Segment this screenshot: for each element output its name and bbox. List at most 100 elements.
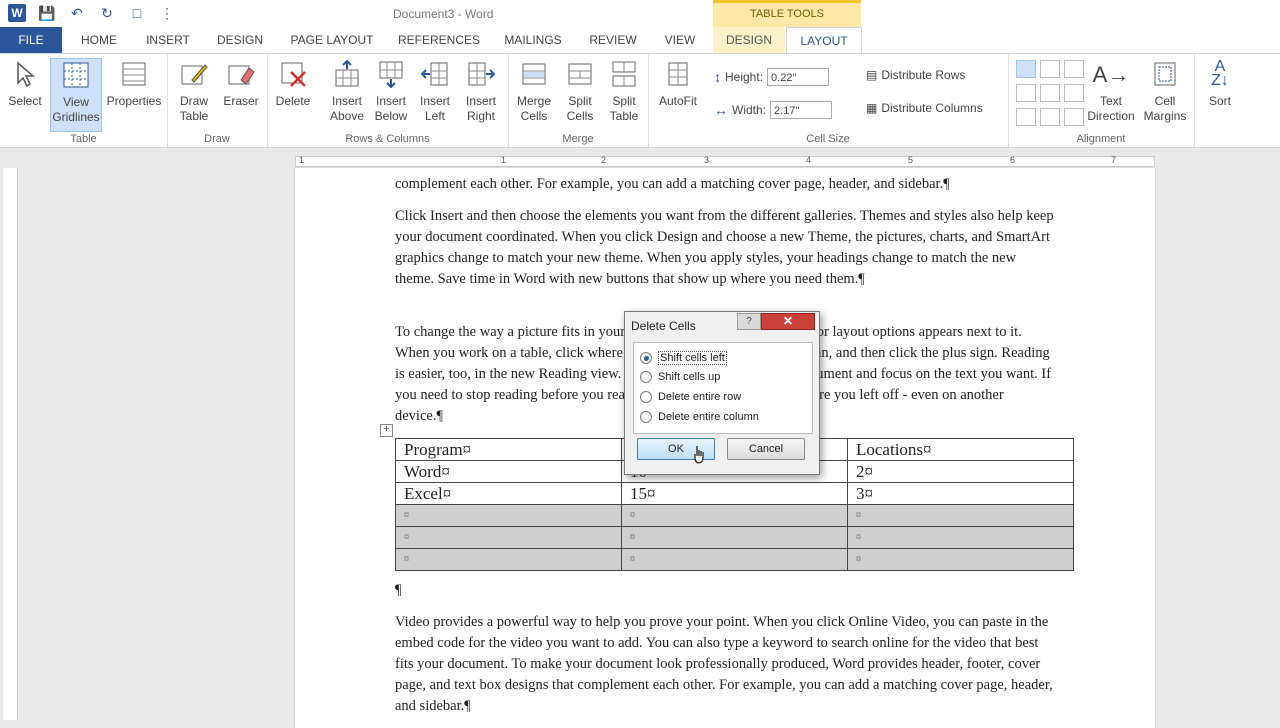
group-label-table: Table [70,133,97,145]
group-alignment: A→ Text Direction Cell Margins Alignment [1008,54,1195,147]
width-input[interactable]: 2.17" [770,101,833,119]
table-cell[interactable]: ¤ [847,526,1074,549]
autofit-button[interactable]: AutoFit [654,58,702,109]
group-label-merge: Merge [562,133,594,145]
split-table-button[interactable]: Split Table [602,58,646,124]
ruler-mark: 7 [1111,155,1117,165]
insert-below-button[interactable]: Insert Below [369,58,413,124]
vertical-ruler[interactable] [3,168,18,720]
new-document-icon[interactable]: □ [128,4,146,22]
draw-table-button[interactable]: Draw Table [171,58,217,124]
table-cell[interactable]: ¤ [621,526,848,549]
align-center-icon[interactable] [1040,84,1060,102]
help-icon[interactable]: ? [737,313,761,330]
height-input[interactable]: 0.22" [767,68,830,86]
radio[interactable] [640,371,652,383]
paragraph[interactable]: complement each other. For example, you … [395,174,1055,195]
table-cell[interactable]: ¤ [621,548,848,571]
align-bottom-right-icon[interactable] [1064,108,1084,126]
table-cell[interactable]: ¤ [395,504,622,527]
split-cells-icon [564,58,596,90]
radio-selected[interactable] [640,352,652,364]
split-table-icon [608,58,640,90]
properties-button[interactable]: Properties [104,58,164,109]
table-cell[interactable]: Word¤ [395,460,622,483]
ruler-mark: 1 [501,155,507,165]
group-label-draw: Draw [204,133,230,145]
align-center-right-icon[interactable] [1064,84,1084,102]
table-tools-label: TABLE TOOLS [713,0,861,27]
group-cell-size: AutoFit ↕ Height: 0.22" ↔ Width: 2.17" ▤… [648,54,1009,147]
table-cell[interactable]: Locations¤ [847,438,1074,461]
insert-above-icon [331,58,363,90]
radio[interactable] [640,411,652,423]
align-top-left-icon[interactable] [1016,60,1036,78]
table-cell[interactable]: 2¤ [847,460,1074,483]
customize-toolbar-icon[interactable]: ⋮ [158,4,176,22]
distribute-rows-button[interactable]: ▤ Distribute Rows [866,68,965,82]
align-top-right-icon[interactable] [1064,60,1084,78]
text-direction-icon: A→ [1092,61,1130,87]
ruler-mark: 2 [601,155,607,165]
table-cell[interactable]: Program¤ [395,438,622,461]
radio[interactable] [640,391,652,403]
tab-table-layout[interactable]: LAYOUT [786,27,862,54]
distribute-columns-button[interactable]: ▦ Distribute Columns [866,101,983,115]
tab-design[interactable]: DESIGN [208,27,272,53]
insert-above-button[interactable]: Insert Above [325,58,369,124]
quick-access-toolbar: W 💾 ↶ ↻ □ ⋮ [8,4,176,22]
cell-margins-button[interactable]: Cell Margins [1140,58,1190,124]
group-rows-columns: Delete Insert Above Insert Below Insert … [267,54,509,147]
paragraph[interactable]: Video provides a powerful way to help yo… [395,612,1055,717]
group-label-cell-size: Cell Size [806,133,850,145]
align-top-center-icon[interactable] [1040,60,1060,78]
align-center-left-icon[interactable] [1016,84,1036,102]
text-direction-button[interactable]: A→ Text Direction [1084,58,1138,124]
table-cell[interactable]: ¤ [395,548,622,571]
split-cells-button[interactable]: Split Cells [558,58,602,124]
paragraph[interactable]: Click Insert and then choose the element… [395,206,1055,290]
select-button[interactable]: Select [4,58,46,109]
option-delete-entire-row[interactable]: Delete entire row [640,391,741,403]
table-cell[interactable]: ¤ [395,526,622,549]
merge-cells-button[interactable]: Merge Cells [512,58,556,124]
redo-icon[interactable]: ↻ [98,4,116,22]
table-cell[interactable]: 15¤ [621,482,848,505]
sort-icon: A Z↓ [1211,58,1229,89]
table-cell[interactable]: ¤ [621,504,848,527]
delete-button[interactable]: Delete [271,58,315,109]
view-gridlines-button[interactable]: View Gridlines [50,58,102,132]
merge-cells-icon [518,58,550,90]
tab-mailings[interactable]: MAILINGS [496,27,570,53]
sort-button[interactable]: A Z↓ Sort [1200,58,1240,109]
insert-left-icon [419,58,451,90]
eraser-button[interactable]: Eraser [219,58,263,109]
ruler-mark: 5 [908,155,914,165]
tab-page-layout[interactable]: PAGE LAYOUT [282,27,382,53]
tab-references[interactable]: REFERENCES [392,27,486,53]
tab-view[interactable]: VIEW [656,27,704,53]
insert-right-button[interactable]: Insert Right [459,58,503,124]
tab-review[interactable]: REVIEW [580,27,646,53]
option-shift-cells-up[interactable]: Shift cells up [640,371,720,383]
table-cell[interactable]: 3¤ [847,482,1074,505]
tab-insert[interactable]: INSERT [138,27,198,53]
align-bottom-center-icon[interactable] [1040,108,1060,126]
horizontal-ruler[interactable]: 1 1 2 3 4 5 6 7 [295,155,1155,167]
gridlines-icon [60,59,92,91]
close-icon[interactable]: ✕ [761,313,815,330]
option-delete-entire-column[interactable]: Delete entire column [640,411,759,423]
tab-file[interactable]: FILE [0,27,62,53]
table-move-handle-icon[interactable]: + [380,424,393,437]
insert-left-button[interactable]: Insert Left [415,58,455,124]
tab-table-design[interactable]: DESIGN [713,27,785,53]
table-cell[interactable]: Excel¤ [395,482,622,505]
undo-icon[interactable]: ↶ [68,4,86,22]
save-icon[interactable]: 💾 [38,4,56,22]
cancel-button[interactable]: Cancel [727,438,805,460]
table-cell[interactable]: ¤ [847,504,1074,527]
option-shift-cells-left[interactable]: Shift cells left [640,351,727,365]
tab-home[interactable]: HOME [70,27,128,53]
align-bottom-left-icon[interactable] [1016,108,1036,126]
table-cell[interactable]: ¤ [847,548,1074,571]
